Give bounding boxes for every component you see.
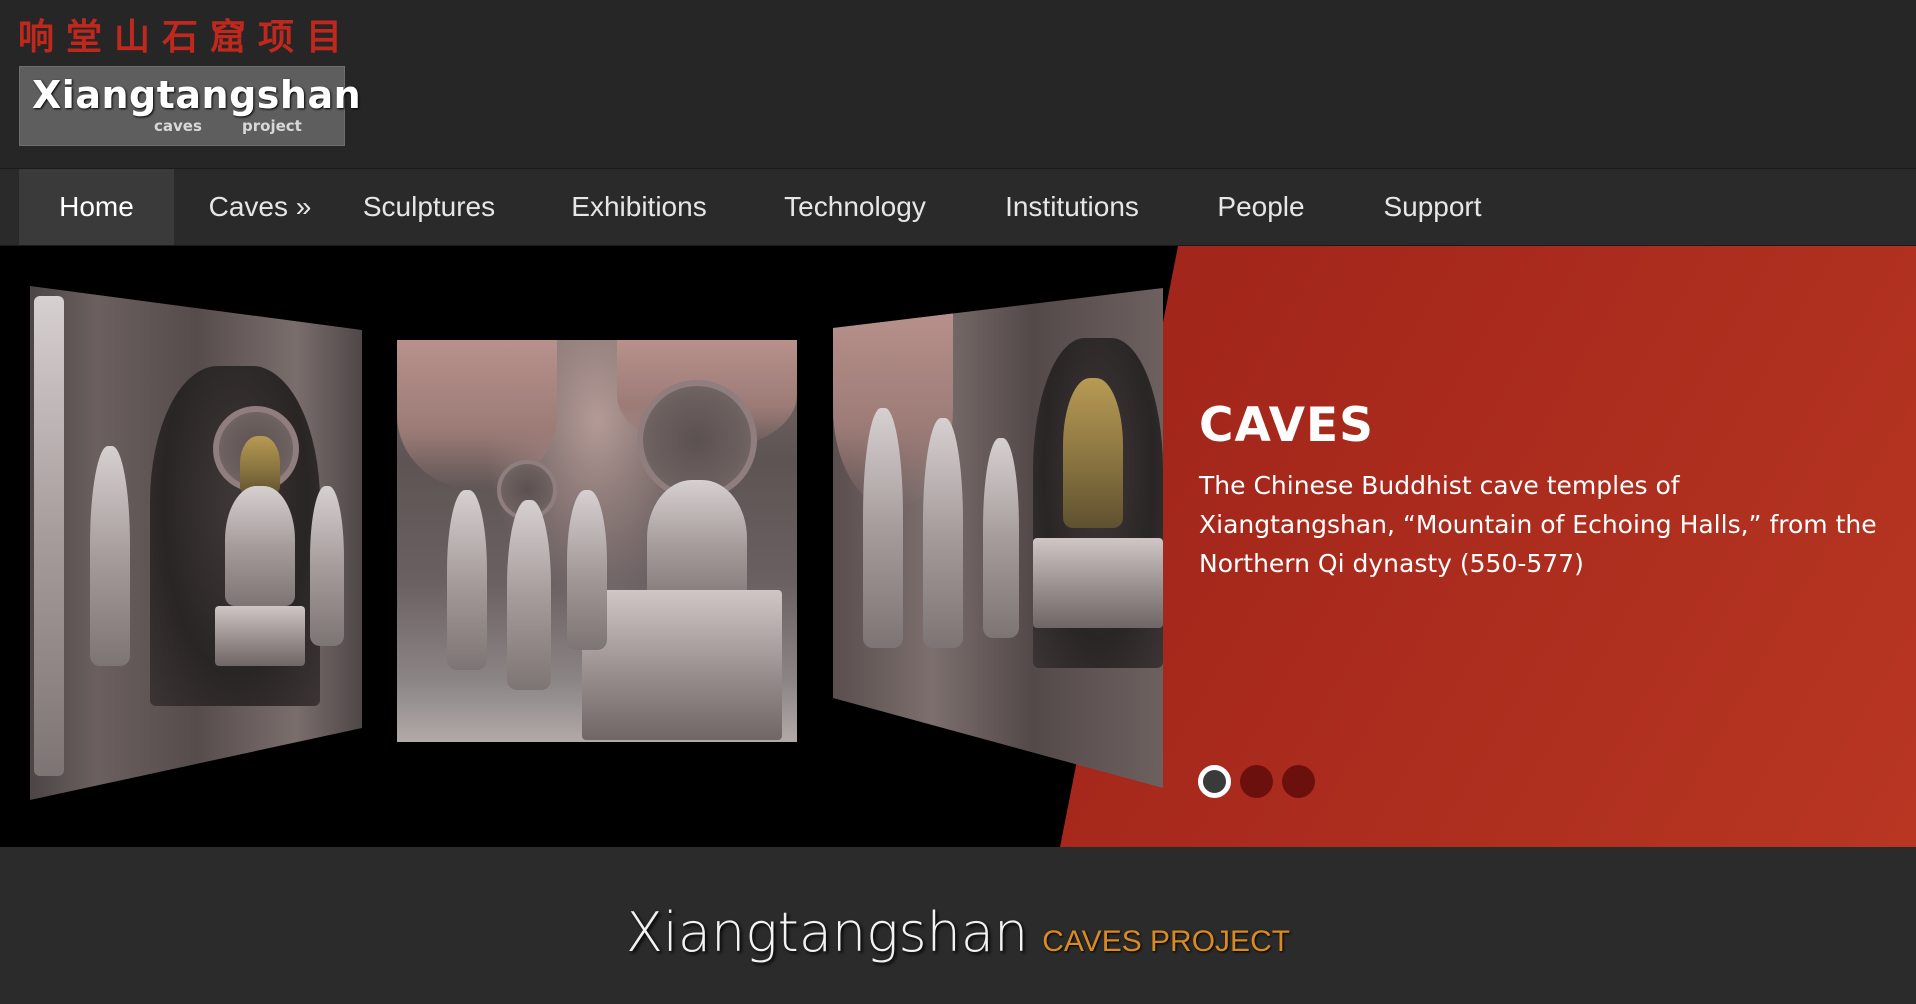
logo-wordmark: Xiangtangshan [32, 73, 362, 117]
nav-item-caves[interactable]: Caves » [198, 169, 322, 245]
slider-dot-3[interactable] [1282, 765, 1315, 798]
site-title-band: Xiangtangshan CAVES PROJECT [0, 847, 1916, 1004]
logo-subtitle-project: project [242, 117, 302, 135]
cave-image-left [30, 286, 362, 800]
site-title-main: Xiangtangshan [625, 901, 1029, 964]
site-logo[interactable]: Xiangtangshan caves project [19, 66, 361, 146]
site-header: 响堂山石窟项目 Xiangtangshan caves project [0, 0, 1916, 168]
nav-item-people[interactable]: People [1205, 169, 1317, 245]
cave-image-center [397, 340, 797, 742]
nav-item-exhibitions[interactable]: Exhibitions [560, 169, 718, 245]
cave-image-right [833, 288, 1163, 788]
chinese-site-title: 响堂山石窟项目 [18, 17, 355, 58]
logo-subtitle-caves: caves [154, 117, 202, 135]
slider-dot-2[interactable] [1240, 765, 1273, 798]
hero-description: The Chinese Buddhist cave temples of Xia… [1199, 471, 1877, 578]
nav-item-institutions[interactable]: Institutions [993, 169, 1151, 245]
slider-dot-1[interactable] [1198, 765, 1231, 798]
nav-item-technology[interactable]: Technology [770, 169, 940, 245]
nav-item-support[interactable]: Support [1370, 169, 1495, 245]
nav-item-sculptures[interactable]: Sculptures [350, 169, 508, 245]
main-navigation: Home Caves » Sculptures Exhibitions Tech… [0, 168, 1916, 246]
site-title: Xiangtangshan CAVES PROJECT [0, 901, 1916, 964]
hero-caption: CAVES The Chinese Buddhist cave temples … [1199, 396, 1899, 583]
nav-item-home[interactable]: Home [19, 169, 174, 245]
hero-slider: CAVES The Chinese Buddhist cave temples … [0, 246, 1916, 847]
hero-title: CAVES [1199, 398, 1375, 453]
site-title-subtitle: CAVES PROJECT [1042, 925, 1291, 958]
